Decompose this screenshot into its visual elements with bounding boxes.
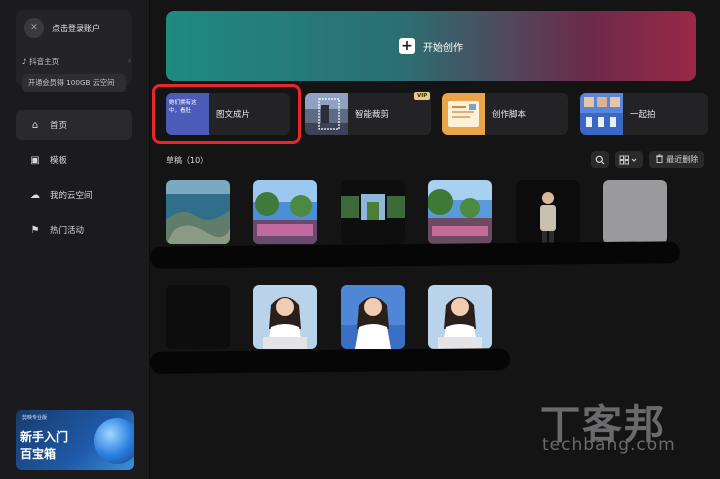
quick-action-smart-crop[interactable]: 智能裁剪 [305,93,431,135]
sidebar-nav: ⌂ 首页 ▣ 模板 ☁ 我的云空间 ⚑ 热门活动 [16,110,132,250]
promo-title-line1: 新手入门 [20,430,69,444]
draft-thumbnail[interactable] [253,180,317,244]
sidebar-item-label: 我的云空间 [50,191,93,201]
shoot-together-thumbnail [580,93,623,135]
quick-action-script[interactable]: 创作脚本 [442,93,568,135]
promo-title-line2: 百宝箱 [20,447,57,461]
sidebar-item-templates[interactable]: ▣ 模板 [16,145,132,175]
search-button[interactable] [591,151,609,168]
start-creating-label: 开始创作 [423,42,463,54]
watermark-url: techbang.com [542,435,676,455]
avatar[interactable]: ✕ [24,18,44,38]
grid-view-icon [619,155,637,164]
quick-action-label: 创作脚本 [492,110,527,120]
redaction-mark [149,348,511,374]
beginner-guide-banner[interactable]: 剪映专业版 新手入门 百宝箱 [16,410,134,470]
draft-thumbnail[interactable] [166,180,230,244]
sidebar-item-label: 模板 [50,156,68,166]
redaction-mark [149,241,681,269]
vip-upsell-button[interactable]: 开通会员得 100GB 云空间 [22,74,126,92]
sidebar-item-label: 热门活动 [50,226,85,236]
quick-action-label: 智能裁剪 [355,110,390,120]
promo-brand: 剪映专业版 [22,415,48,421]
recently-deleted-button[interactable]: 最近删除 [649,151,704,168]
home-icon: ⌂ [31,119,39,131]
vip-badge: VIP [414,92,431,100]
sidebar-item-cloud[interactable]: ☁ 我的云空间 [16,180,132,210]
draft-thumbnail[interactable] [253,285,317,349]
drafts-title: 草稿（10） [166,156,209,165]
draft-thumbnail[interactable] [166,285,230,349]
sidebar: ✕ 点击登录账户 ♪ 抖音主页 › 开通会员得 100GB 云空间 ⌂ 首页 ▣… [0,0,150,479]
highlight-box [152,84,301,144]
promo-illustration [94,418,134,464]
draft-thumbnail[interactable] [341,180,405,244]
sidebar-item-events[interactable]: ⚑ 热门活动 [16,215,132,245]
recently-deleted-label: 最近删除 [666,155,699,164]
chevron-right-icon: › [128,56,131,65]
template-icon: ▣ [30,154,40,166]
smart-crop-thumbnail [305,93,348,135]
quick-action-label: 一起拍 [630,110,656,120]
login-link[interactable]: 点击登录账户 [52,23,100,34]
draft-thumbnail[interactable] [428,285,492,349]
flag-icon: ⚑ [30,224,40,236]
trash-icon [655,154,663,163]
draft-thumbnail[interactable] [603,180,667,244]
sidebar-item-home[interactable]: ⌂ 首页 [16,110,132,140]
quick-action-shoot-together[interactable]: 一起拍 [580,93,708,135]
douyin-homepage-link[interactable]: ♪ 抖音主页 › [22,56,131,67]
start-creating-button[interactable]: + 开始创作 [166,11,696,81]
plus-icon: + [399,38,415,54]
cloud-icon: ☁ [30,189,40,201]
view-toggle-button[interactable] [615,151,643,168]
draft-thumbnail[interactable] [516,180,580,244]
draft-thumbnail[interactable] [341,285,405,349]
sidebar-item-label: 首页 [50,121,68,131]
draft-thumbnail[interactable] [428,180,492,244]
script-thumbnail [442,93,485,135]
douyin-homepage-label: ♪ 抖音主页 [22,57,60,66]
account-panel: ✕ 点击登录账户 ♪ 抖音主页 › 开通会员得 100GB 云空间 [16,10,132,92]
search-icon [595,155,605,164]
